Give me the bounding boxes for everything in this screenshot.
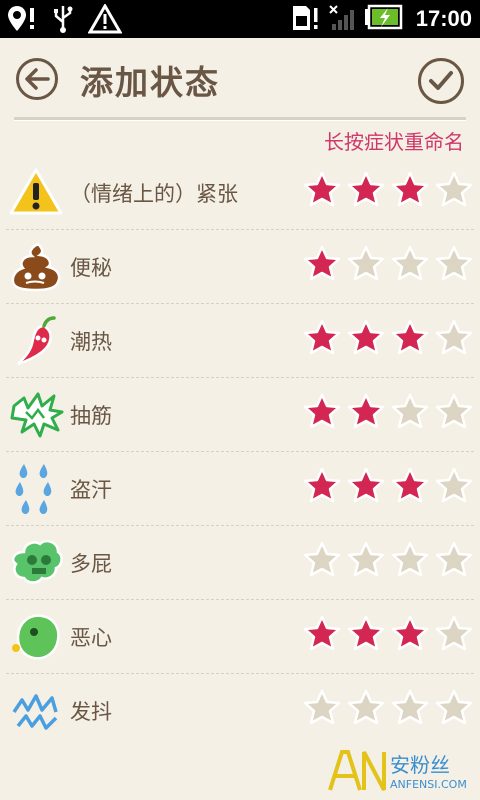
star-empty-icon[interactable] — [434, 244, 474, 284]
star-filled-icon[interactable] — [302, 170, 342, 210]
star-empty-icon[interactable] — [390, 688, 430, 728]
symptom-label: 潮热 — [70, 330, 112, 354]
nausea-face-icon — [8, 608, 64, 664]
symptom-label: 便秘 — [70, 256, 112, 280]
battery-charging-icon — [364, 2, 404, 36]
star-filled-icon[interactable] — [346, 466, 386, 506]
rating-stars — [302, 392, 474, 432]
rating-stars — [302, 466, 474, 506]
symptom-label: 多屁 — [70, 552, 112, 576]
star-empty-icon[interactable] — [434, 392, 474, 432]
rating-stars — [302, 170, 474, 210]
symptom-row[interactable]: 便秘 — [6, 230, 474, 304]
star-empty-icon[interactable] — [434, 540, 474, 580]
star-empty-icon[interactable] — [434, 466, 474, 506]
header-divider — [14, 117, 466, 121]
star-filled-icon[interactable] — [390, 466, 430, 506]
shiver-zigzag-icon — [8, 682, 64, 738]
checkmark-icon — [429, 71, 453, 90]
symptom-label: （情绪上的）紧张 — [70, 182, 238, 206]
poop-icon — [8, 238, 64, 294]
star-empty-icon[interactable] — [434, 318, 474, 358]
rename-hint: 长按症状重命名 — [324, 130, 464, 154]
symptom-row[interactable]: （情绪上的）紧张 — [6, 156, 474, 230]
star-empty-icon[interactable] — [434, 614, 474, 654]
star-empty-icon[interactable] — [390, 540, 430, 580]
page-title: 添加状态 — [80, 63, 220, 102]
warning-icon — [8, 164, 64, 220]
star-empty-icon[interactable] — [390, 244, 430, 284]
symptom-row[interactable]: 恶心 — [6, 600, 474, 674]
signal-icon — [328, 2, 356, 36]
symptom-label: 发抖 — [70, 700, 112, 724]
rating-stars — [302, 540, 474, 580]
symptom-label: 抽筋 — [70, 404, 112, 428]
star-empty-icon[interactable] — [346, 540, 386, 580]
usb-icon — [52, 4, 74, 38]
star-empty-icon[interactable] — [302, 688, 342, 728]
warning-status-icon — [87, 2, 123, 38]
star-filled-icon[interactable] — [390, 170, 430, 210]
cramp-zigzag-icon — [8, 386, 64, 442]
star-empty-icon[interactable] — [346, 244, 386, 284]
status-bar: 17:00 — [0, 0, 480, 38]
gas-cloud-icon — [8, 534, 64, 590]
star-filled-icon[interactable] — [302, 244, 342, 284]
symptom-row[interactable]: 发抖 — [6, 674, 474, 747]
symptom-row[interactable]: 多屁 — [6, 526, 474, 600]
star-empty-icon[interactable] — [390, 392, 430, 432]
svg-text:安粉丝: 安粉丝 — [390, 753, 450, 777]
symptom-row[interactable]: 抽筋 — [6, 378, 474, 452]
star-filled-icon[interactable] — [302, 318, 342, 358]
symptom-label: 盗汗 — [70, 478, 112, 502]
star-empty-icon[interactable] — [434, 170, 474, 210]
clock: 17:00 — [415, 6, 472, 31]
rating-stars — [302, 318, 474, 358]
star-filled-icon[interactable] — [346, 170, 386, 210]
star-filled-icon[interactable] — [346, 392, 386, 432]
star-filled-icon[interactable] — [346, 318, 386, 358]
watermark-logo: 安粉丝 ANFENSI.COM — [328, 750, 467, 791]
confirm-button[interactable] — [418, 58, 464, 104]
star-filled-icon[interactable] — [302, 392, 342, 432]
location-alert-icon — [6, 4, 38, 38]
star-filled-icon[interactable] — [302, 614, 342, 654]
symptom-row[interactable]: 盗汗 — [6, 452, 474, 526]
chili-pepper-icon — [8, 312, 64, 368]
symptom-label: 恶心 — [70, 626, 112, 650]
star-empty-icon[interactable] — [346, 688, 386, 728]
svg-text:ANFENSI.COM: ANFENSI.COM — [390, 778, 467, 791]
back-arrow-icon — [25, 68, 50, 90]
star-filled-icon[interactable] — [302, 466, 342, 506]
rating-stars — [302, 244, 474, 284]
star-filled-icon[interactable] — [346, 614, 386, 654]
star-filled-icon[interactable] — [390, 318, 430, 358]
sweat-drops-icon — [8, 460, 64, 516]
star-empty-icon[interactable] — [302, 540, 342, 580]
header: 添加状态 — [0, 38, 480, 118]
sim-alert-icon — [290, 2, 320, 36]
star-empty-icon[interactable] — [434, 688, 474, 728]
rating-stars — [302, 688, 474, 728]
star-filled-icon[interactable] — [390, 614, 430, 654]
symptom-list: （情绪上的）紧张 便秘潮热抽筋盗汗多屁恶心发抖 — [0, 156, 480, 747]
back-button[interactable] — [16, 58, 58, 100]
symptom-row[interactable]: 潮热 — [6, 304, 474, 378]
rating-stars — [302, 614, 474, 654]
